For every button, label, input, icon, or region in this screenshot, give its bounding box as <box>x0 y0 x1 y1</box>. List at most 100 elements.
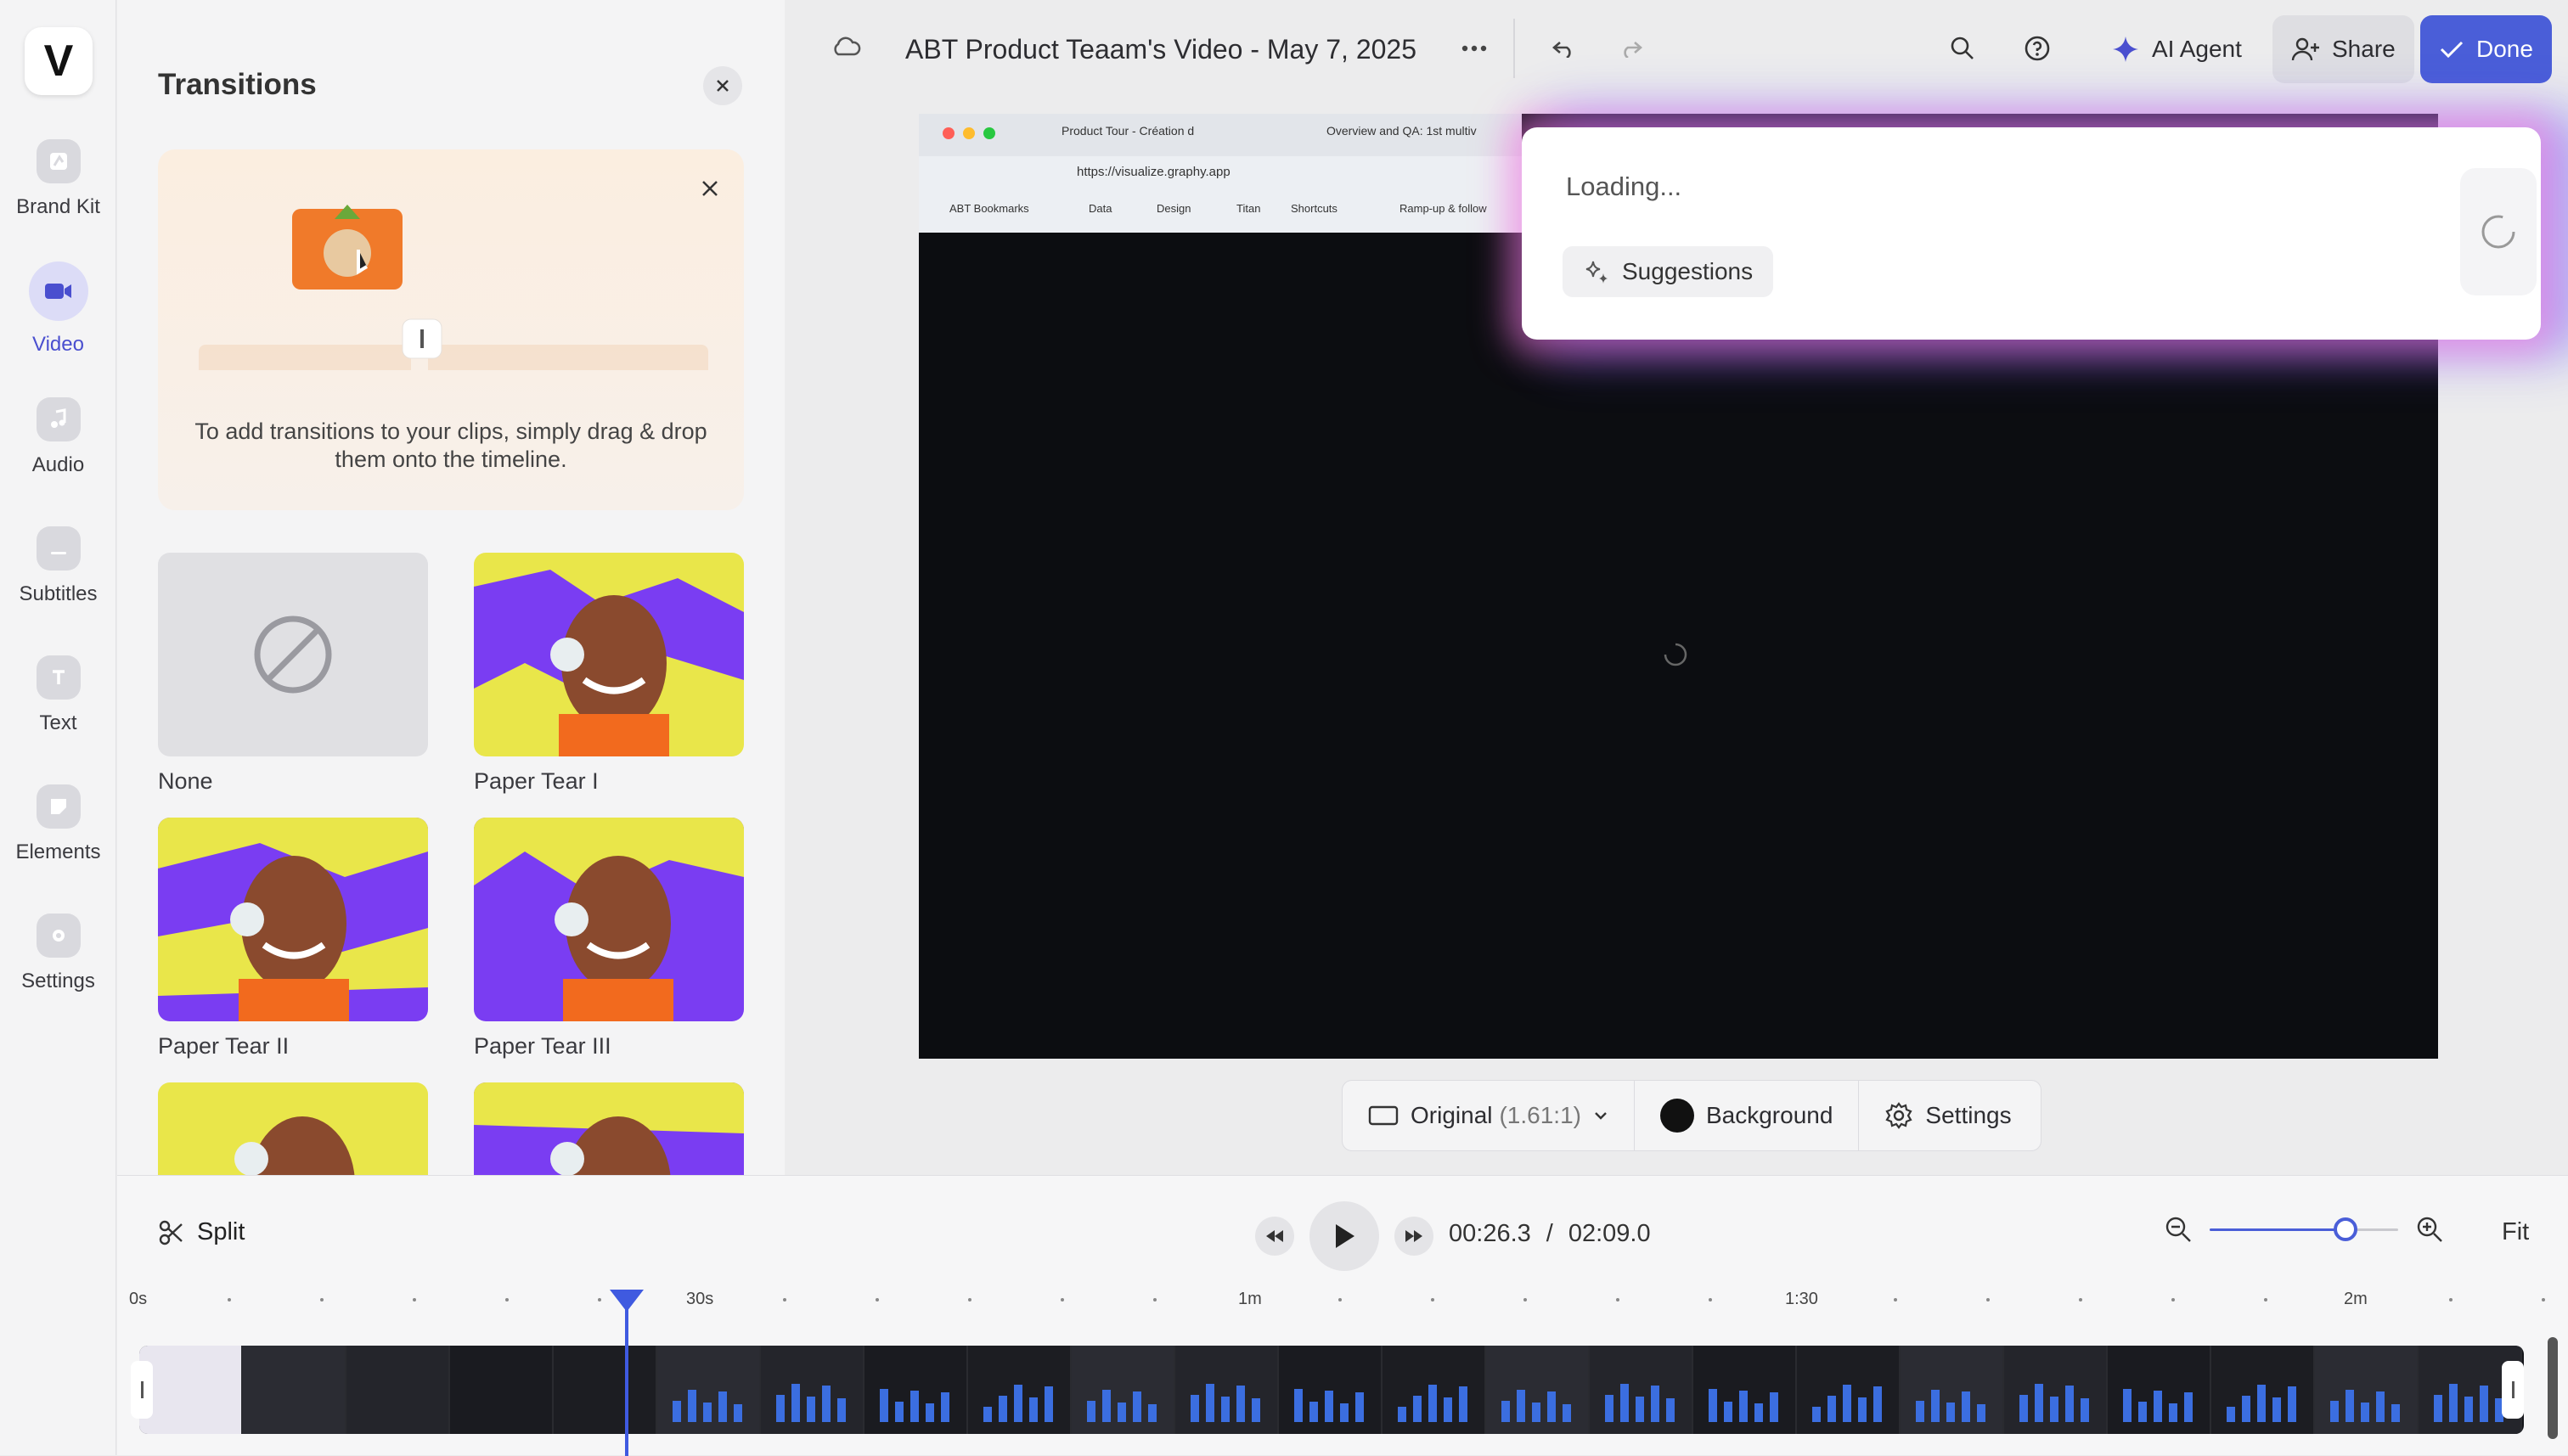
brand-kit-icon <box>36 139 81 183</box>
rail-item-brand-kit[interactable]: Brand Kit <box>0 139 116 219</box>
rewind-button[interactable] <box>1255 1217 1294 1256</box>
ruler-tick <box>876 1298 879 1301</box>
clip-thumbnail <box>1693 1346 1797 1434</box>
clip-thumbnail <box>1072 1346 1175 1434</box>
fit-button[interactable]: Fit <box>2502 1218 2529 1246</box>
rail-label: Subtitles <box>19 582 98 605</box>
add-user-icon <box>2291 37 2319 61</box>
settings-label: Settings <box>1925 1102 2012 1128</box>
project-title[interactable]: ABT Product Teaam's Video - May 7, 2025 <box>905 34 1416 65</box>
clip-thumbnail <box>761 1346 864 1434</box>
check-icon <box>2440 41 2464 59</box>
rail-label: Text <box>39 711 77 734</box>
play-button[interactable] <box>1309 1201 1379 1271</box>
fast-forward-button[interactable] <box>1394 1217 1433 1256</box>
zoom-slider-thumb[interactable] <box>2333 1217 2357 1241</box>
share-button[interactable]: Share <box>2272 15 2414 83</box>
transitions-panel: Transitions To add transitions to your c… <box>117 0 785 1175</box>
transition-label: Paper Tear III <box>474 1033 611 1059</box>
clip-thumbnail <box>139 1346 243 1434</box>
timeline-ruler: 0s 30s 1m 1:30 2m <box>126 1290 2554 1324</box>
bookmark: ABT Bookmarks <box>949 202 1029 215</box>
rewind-icon <box>1266 1230 1283 1242</box>
ruler-tick <box>1709 1298 1712 1301</box>
clip-thumbnail <box>864 1346 968 1434</box>
transition-card-partial[interactable] <box>158 1082 428 1175</box>
ruler-tick <box>1153 1298 1157 1301</box>
clip-thumbnail <box>657 1346 761 1434</box>
rail-item-settings[interactable]: Settings <box>0 914 116 993</box>
transition-card-partial[interactable] <box>474 1082 744 1175</box>
rail-item-audio[interactable]: Audio <box>0 397 116 477</box>
more-options-button[interactable] <box>1452 29 1496 68</box>
cloud-sync-icon[interactable] <box>831 36 861 62</box>
transition-card-none[interactable]: None <box>158 553 428 795</box>
suggestions-button[interactable]: Suggestions <box>1563 246 1774 297</box>
undo-button[interactable] <box>1542 29 1585 68</box>
ruler-tick <box>1986 1298 1990 1301</box>
rail-item-video[interactable]: Video <box>0 261 116 357</box>
zoom-slider-fill <box>2210 1228 2346 1231</box>
transition-label: Paper Tear II <box>158 1033 290 1059</box>
loading-spinner <box>2460 168 2537 295</box>
clip-thumbnail <box>2211 1346 2315 1434</box>
zoom-controls <box>2164 1215 2444 1244</box>
ruler-tick <box>413 1298 416 1301</box>
divider <box>1513 19 1515 78</box>
ratio-label: Original <box>1411 1102 1493 1128</box>
loading-text: Loading... <box>1566 171 1682 201</box>
timeline-scrollbar[interactable] <box>2548 1337 2558 1439</box>
transition-card-paper-tear-3[interactable]: Paper Tear III <box>474 818 744 1060</box>
search-button[interactable] <box>1941 29 1984 68</box>
background-label: Background <box>1705 1102 1833 1128</box>
more-icon <box>1461 45 1487 52</box>
rail-item-elements[interactable]: Elements <box>0 784 116 864</box>
aspect-ratio-dropdown[interactable]: Original (1.61:1) <box>1343 1081 1635 1150</box>
clip-thumbnail <box>1175 1346 1279 1434</box>
transition-thumbnail <box>474 818 744 1021</box>
subtitles-icon <box>36 526 81 571</box>
bookmark: Data <box>1089 202 1112 215</box>
transition-card-paper-tear-2[interactable]: Paper Tear II <box>158 818 428 1060</box>
background-button[interactable]: Background <box>1635 1081 1860 1150</box>
help-button[interactable] <box>2016 29 2058 68</box>
clip-end-handle[interactable] <box>2502 1361 2524 1419</box>
done-button[interactable]: Done <box>2420 15 2552 83</box>
ruler-tick <box>1061 1298 1064 1301</box>
ai-agent-button[interactable]: AI Agent <box>2092 15 2261 83</box>
redo-button[interactable] <box>1610 29 1653 68</box>
zoom-out-icon[interactable] <box>2164 1215 2193 1244</box>
split-button[interactable]: Split <box>158 1218 245 1246</box>
clip-thumbnail <box>1590 1346 1693 1434</box>
ruler-tick <box>2079 1298 2082 1301</box>
fast-forward-icon <box>1405 1230 1422 1242</box>
app-logo[interactable]: V <box>25 27 93 95</box>
close-icon <box>702 181 718 196</box>
ruler-tick <box>1616 1298 1619 1301</box>
time-separator: / <box>1546 1220 1553 1247</box>
panel-title: Transitions <box>158 68 317 101</box>
ruler-tick <box>320 1298 324 1301</box>
clip-start-handle[interactable] <box>131 1361 153 1419</box>
rail-item-text[interactable]: Text <box>0 655 116 735</box>
close-panel-button[interactable] <box>703 66 742 105</box>
zoom-slider[interactable] <box>2210 1215 2398 1244</box>
clip-thumbnail <box>1901 1346 2004 1434</box>
aspect-ratio-icon <box>1368 1105 1399 1126</box>
rail-item-subtitles[interactable]: Subtitles <box>0 526 116 606</box>
playhead[interactable] <box>610 1290 644 1456</box>
clip-thumbnail <box>968 1346 1072 1434</box>
canvas-settings-button[interactable]: Settings <box>1859 1081 2036 1150</box>
suggestions-label: Suggestions <box>1622 258 1754 284</box>
ruler-label: 2m <box>2344 1290 2368 1308</box>
video-clip-track[interactable] <box>139 1346 2524 1434</box>
ruler-tick <box>968 1298 971 1301</box>
browser-url: https://visualize.graphy.app <box>1077 165 1230 179</box>
transition-card-paper-tear-1[interactable]: Paper Tear I <box>474 553 744 795</box>
zoom-in-icon[interactable] <box>2415 1215 2444 1244</box>
rail-label: Brand Kit <box>16 195 100 218</box>
transition-label: None <box>158 768 213 794</box>
ruler-tick <box>505 1298 509 1301</box>
ruler-tick <box>783 1298 786 1301</box>
ruler-label: 1:30 <box>1785 1290 1818 1308</box>
